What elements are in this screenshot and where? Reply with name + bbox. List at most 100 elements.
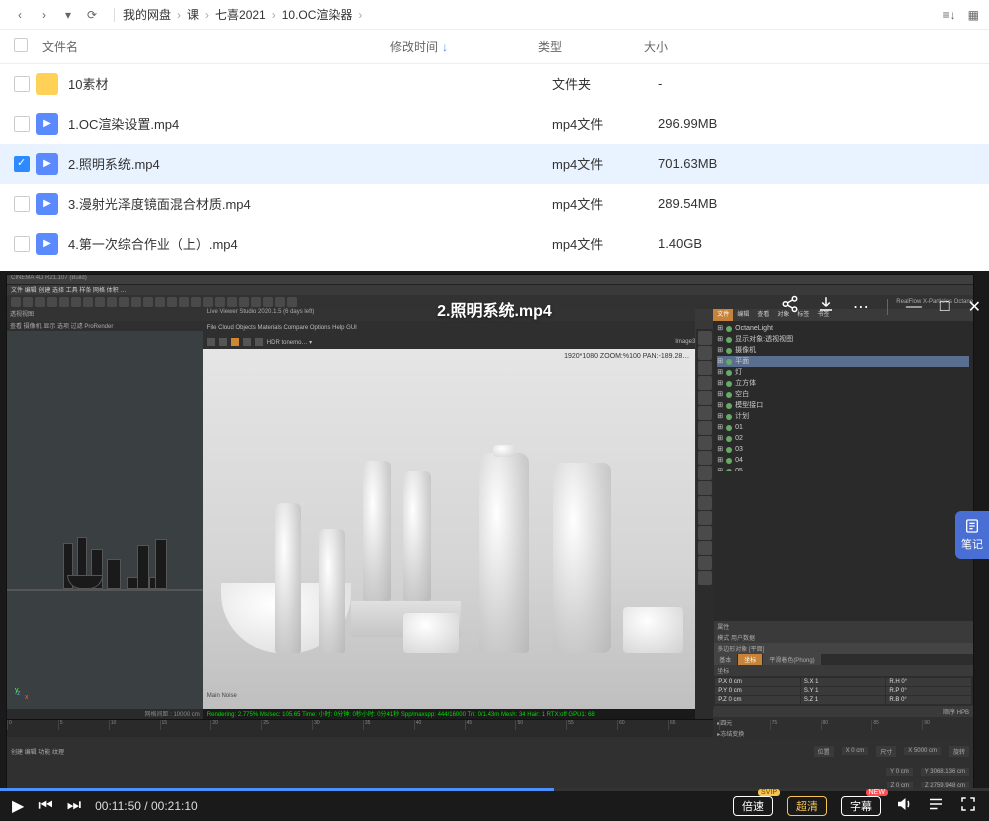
video-icon: [36, 233, 58, 255]
noise-label: Main Noise: [207, 693, 237, 699]
video-icon: [36, 153, 58, 175]
c4d-menubar: 文件 编辑 创建 选择 工具 样条 网格 体积 …: [7, 285, 973, 295]
c4d-liveviewer: Live Viewer Studio 2020.1.5 (6 days left…: [203, 309, 695, 719]
file-type: mp4文件: [552, 114, 658, 133]
c4d-viewport: yzx: [7, 331, 203, 709]
c4d-titlebar: CINEMA 4D R21.107 (Build): [7, 275, 973, 285]
file-name: 2.照明系统.mp4: [68, 154, 404, 173]
file-name: 10素材: [68, 74, 404, 93]
folder-icon: [36, 73, 58, 95]
divider: [887, 299, 888, 315]
quality-button[interactable]: 超清: [787, 796, 827, 816]
dropdown-button[interactable]: ▾: [58, 5, 78, 25]
col-name[interactable]: 文件名: [36, 38, 390, 55]
file-size: 296.99MB: [658, 116, 758, 131]
file-name: 4.第一次综合作业（上）.mp4: [68, 234, 404, 253]
liveviewer-toolbar: HDR tonemo… ▾ Image3: [203, 335, 695, 349]
speed-button[interactable]: 倍速 SVIP: [733, 796, 773, 816]
file-type: 文件夹: [552, 74, 658, 93]
grid-spacing: 网格间距 : 10000 cm: [7, 709, 203, 719]
row-checkbox[interactable]: [14, 196, 30, 212]
chevron-icon: ›: [177, 8, 181, 22]
render-info: 1920*1080 ZOOM:%100 PAN:-189.28…: [564, 353, 689, 360]
row-checkbox[interactable]: [14, 156, 30, 172]
next-button[interactable]: ⏭: [67, 797, 81, 815]
column-headers: 文件名 修改时间↓ 类型 大小: [0, 30, 989, 64]
c4d-right-panel: 文件编辑查看对象标签书签 ⊞OctaneLight⊞显示对象:透视视图⊞摄像机⊞…: [713, 309, 973, 719]
crumb-2[interactable]: 七喜2021: [215, 6, 266, 23]
file-list: 10素材文件夹-1.OC渲染设置.mp4mp4文件296.99MB2.照明系统.…: [0, 64, 989, 264]
view-menu: 查看 摄像机 显示 选项 过滤 ProRender: [7, 321, 203, 331]
top-toolbar: ‹ › ▾ ⟳ 我的网盘 › 课 › 七喜2021 › 10.OC渲染器 › ≡…: [0, 0, 989, 30]
play-button[interactable]: ▶: [12, 796, 24, 816]
divider: [114, 8, 115, 22]
refresh-button[interactable]: ⟳: [82, 5, 102, 25]
volume-icon[interactable]: [895, 795, 913, 818]
player-controls: ▶ ⏮ ⏭ 00:11:50 / 00:21:10 倍速 SVIP 超清 字幕 …: [0, 791, 989, 821]
notes-icon: [964, 518, 980, 534]
new-badge: NEW: [866, 789, 888, 796]
playlist-icon[interactable]: [927, 795, 945, 818]
chevron-icon: ›: [205, 8, 209, 22]
notes-button[interactable]: 笔记: [955, 511, 989, 559]
prev-button[interactable]: ⏮: [38, 797, 52, 815]
file-size: -: [658, 76, 758, 91]
video-icon: [36, 113, 58, 135]
col-size[interactable]: 大小: [644, 38, 744, 55]
col-type[interactable]: 类型: [538, 38, 644, 55]
sort-icon[interactable]: ≡↓: [943, 8, 956, 22]
row-checkbox[interactable]: [14, 116, 30, 132]
chevron-icon: ›: [272, 8, 276, 22]
file-row[interactable]: 2.照明系统.mp4 mp4文件701.63MB: [0, 144, 989, 184]
subtitle-button[interactable]: 字幕 NEW: [841, 796, 881, 816]
file-row[interactable]: 4.第一次综合作业（上）.mp4 mp4文件1.40GB: [0, 224, 989, 264]
maximize-icon[interactable]: □: [940, 298, 950, 316]
minimize-icon[interactable]: —: [906, 298, 922, 316]
select-all-checkbox[interactable]: [14, 38, 36, 55]
row-checkbox[interactable]: [14, 76, 30, 92]
crumb-3[interactable]: 10.OC渲染器: [282, 6, 353, 23]
sort-arrow-icon: ↓: [442, 40, 448, 54]
col-time[interactable]: 修改时间↓: [390, 38, 538, 55]
axes-icon: yzx: [15, 687, 29, 701]
c4d-right-toolcol: [696, 329, 714, 709]
file-size: 289.54MB: [658, 196, 758, 211]
fullscreen-icon[interactable]: [959, 795, 977, 818]
notes-label: 笔记: [961, 536, 983, 552]
file-row[interactable]: 1.OC渲染设置.mp4 mp4文件296.99MB: [0, 104, 989, 144]
render-status: Rendering: 2.775% Ms/sec: 105.65 Time: 小…: [203, 709, 695, 719]
close-icon[interactable]: ✕: [968, 297, 981, 317]
download-icon[interactable]: [817, 295, 835, 318]
video-icon: [36, 193, 58, 215]
forward-button[interactable]: ›: [34, 5, 54, 25]
file-type: mp4文件: [552, 234, 658, 253]
file-size: 701.63MB: [658, 156, 758, 171]
file-name: 1.OC渲染设置.mp4: [68, 114, 404, 133]
more-icon[interactable]: ⋯: [853, 297, 869, 317]
c4d-body: 透视视图 查看 摄像机 显示 选项 过滤 ProRender yzx: [7, 309, 973, 719]
file-type: mp4文件: [552, 154, 658, 173]
svip-badge: SVIP: [758, 789, 780, 796]
file-row[interactable]: 10素材 文件夹-: [0, 64, 989, 104]
row-checkbox[interactable]: [14, 236, 30, 252]
object-tree: ⊞OctaneLight⊞显示对象:透视视图⊞摄像机⊞平面⊞灯⊞立方体⊞空白⊞模…: [713, 321, 973, 471]
cursor-icon: [713, 471, 973, 621]
crumb-1[interactable]: 课: [187, 6, 199, 23]
video-player: 2.照明系统.mp4 ⋯ — □ ✕ CINEMA 4D R21.107 (Bu…: [0, 271, 989, 821]
video-frame[interactable]: CINEMA 4D R21.107 (Build) 文件 编辑 创建 选择 工具…: [6, 274, 974, 791]
player-top-controls: ⋯ — □ ✕: [781, 295, 981, 318]
file-size: 1.40GB: [658, 236, 758, 251]
render-view: 1920*1080 ZOOM:%100 PAN:-189.28…: [203, 349, 695, 709]
c4d-bottom-bar: 创建 编辑 功能 纹理 位置 X 0 cm 尺寸 X 5000 cm 旋转: [7, 737, 973, 765]
file-row[interactable]: 3.漫射光泽度镜面混合材质.mp4mp4文件289.54MB: [0, 184, 989, 224]
back-button[interactable]: ‹: [10, 5, 30, 25]
time-display: 00:11:50 / 00:21:10: [95, 799, 198, 813]
c4d-bottom-bar2: Y 0 cm Y 3068.136 cm: [7, 765, 973, 779]
breadcrumb: 我的网盘 › 课 › 七喜2021 › 10.OC渲染器 ›: [123, 6, 362, 23]
grid-view-icon[interactable]: ▦: [968, 8, 979, 22]
crumb-root[interactable]: 我的网盘: [123, 6, 171, 23]
file-name: 3.漫射光泽度镜面混合材质.mp4: [68, 194, 404, 213]
c4d-left-panel: 透视视图 查看 摄像机 显示 选项 过滤 ProRender yzx: [7, 309, 203, 719]
share-icon[interactable]: [781, 295, 799, 318]
chevron-icon: ›: [358, 8, 362, 22]
